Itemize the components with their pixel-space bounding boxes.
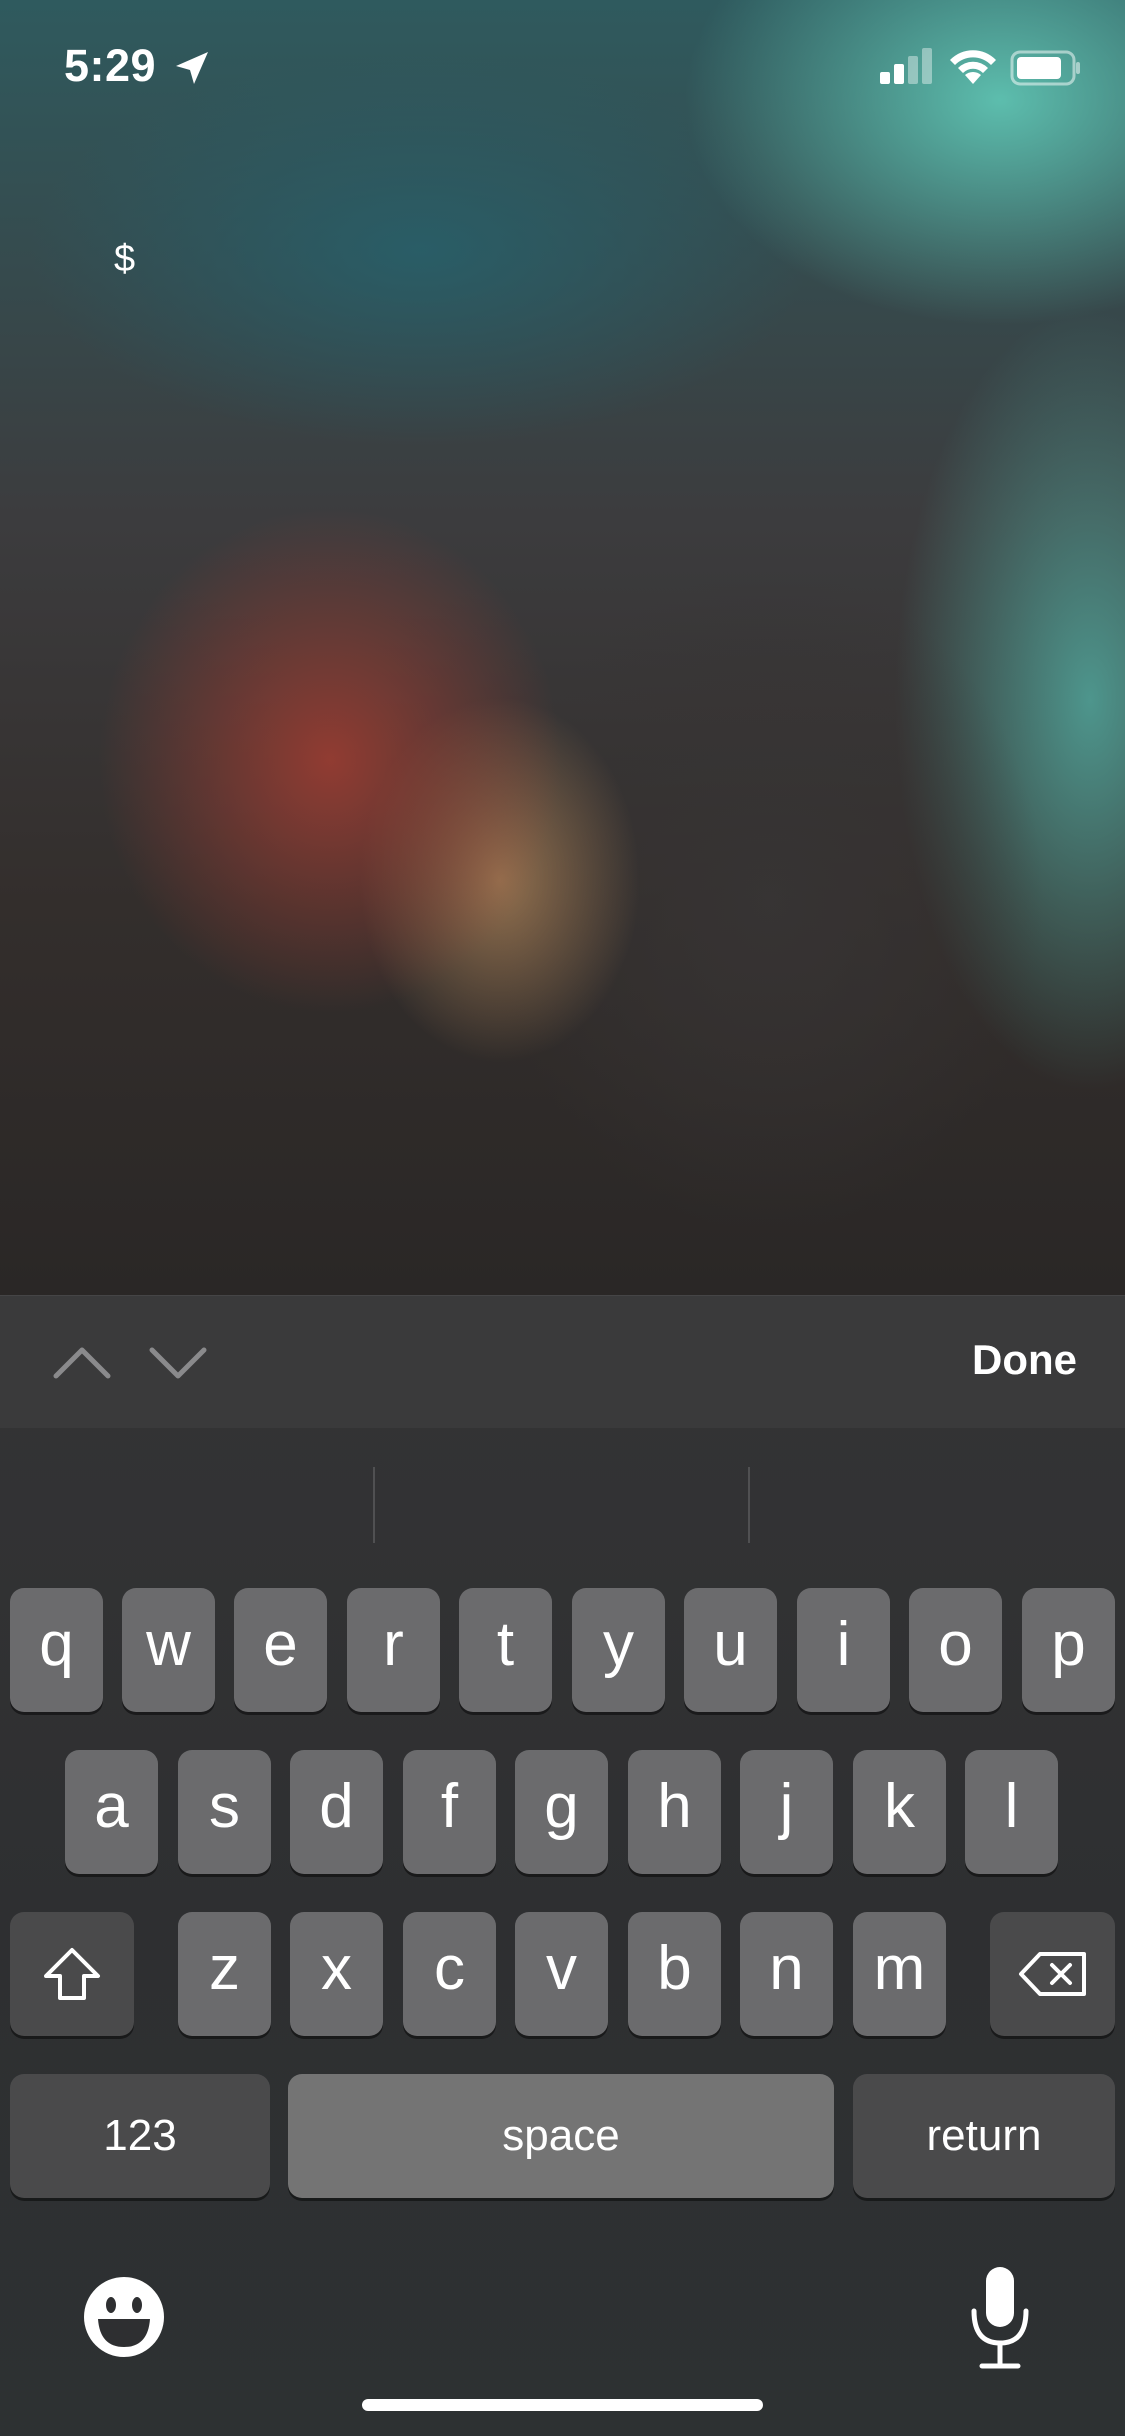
chevron-up-icon[interactable] <box>52 1338 112 1386</box>
delete-key[interactable] <box>990 1912 1115 2036</box>
battery-icon <box>1010 50 1080 86</box>
key-w[interactable]: w <box>122 1588 215 1712</box>
wifi-icon <box>950 50 996 84</box>
chevron-down-icon[interactable] <box>148 1338 208 1386</box>
key-l[interactable]: l <box>965 1750 1058 1874</box>
key-m[interactable]: m <box>853 1912 946 2036</box>
emoji-icon[interactable] <box>82 2275 166 2359</box>
key-c[interactable]: c <box>403 1912 496 2036</box>
space-key[interactable]: space <box>288 2074 834 2198</box>
keyboard-accessory-bar: Done <box>0 1295 1125 1428</box>
return-key[interactable]: return <box>853 2074 1115 2198</box>
key-y[interactable]: y <box>572 1588 665 1712</box>
key-t[interactable]: t <box>459 1588 552 1712</box>
key-g[interactable]: g <box>515 1750 608 1874</box>
key-p[interactable]: p <box>1022 1588 1115 1712</box>
key-s[interactable]: s <box>178 1750 271 1874</box>
key-h[interactable]: h <box>628 1750 721 1874</box>
key-i[interactable]: i <box>797 1588 890 1712</box>
done-button[interactable]: Done <box>972 1336 1077 1384</box>
key-j[interactable]: j <box>740 1750 833 1874</box>
location-arrow-icon <box>176 52 208 84</box>
shift-key[interactable] <box>10 1912 134 2036</box>
key-d[interactable]: d <box>290 1750 383 1874</box>
blurred-background <box>0 0 1125 1295</box>
key-n[interactable]: n <box>740 1912 833 2036</box>
status-bar: 5:29 <box>0 0 1125 140</box>
prediction-divider <box>373 1467 375 1543</box>
microphone-icon[interactable] <box>968 2265 1032 2371</box>
key-f[interactable]: f <box>403 1750 496 1874</box>
key-z[interactable]: z <box>178 1912 271 2036</box>
key-o[interactable]: o <box>909 1588 1002 1712</box>
keyboard: Done q w e r t y u i o p a s d f g h j k… <box>0 1295 1125 2436</box>
cellular-signal-icon <box>880 48 932 84</box>
delete-icon <box>1018 1952 1086 1996</box>
key-b[interactable]: b <box>628 1912 721 2036</box>
currency-symbol: $ <box>114 238 136 280</box>
key-r[interactable]: r <box>347 1588 440 1712</box>
key-v[interactable]: v <box>515 1912 608 2036</box>
numbers-key[interactable]: 123 <box>10 2074 270 2198</box>
status-time: 5:29 <box>64 40 157 91</box>
shift-icon <box>44 1948 100 2000</box>
key-a[interactable]: a <box>65 1750 158 1874</box>
key-k[interactable]: k <box>853 1750 946 1874</box>
key-q[interactable]: q <box>10 1588 103 1712</box>
prediction-divider <box>748 1467 750 1543</box>
home-indicator[interactable] <box>362 2399 763 2411</box>
key-x[interactable]: x <box>290 1912 383 2036</box>
key-u[interactable]: u <box>684 1588 777 1712</box>
key-e[interactable]: e <box>234 1588 327 1712</box>
